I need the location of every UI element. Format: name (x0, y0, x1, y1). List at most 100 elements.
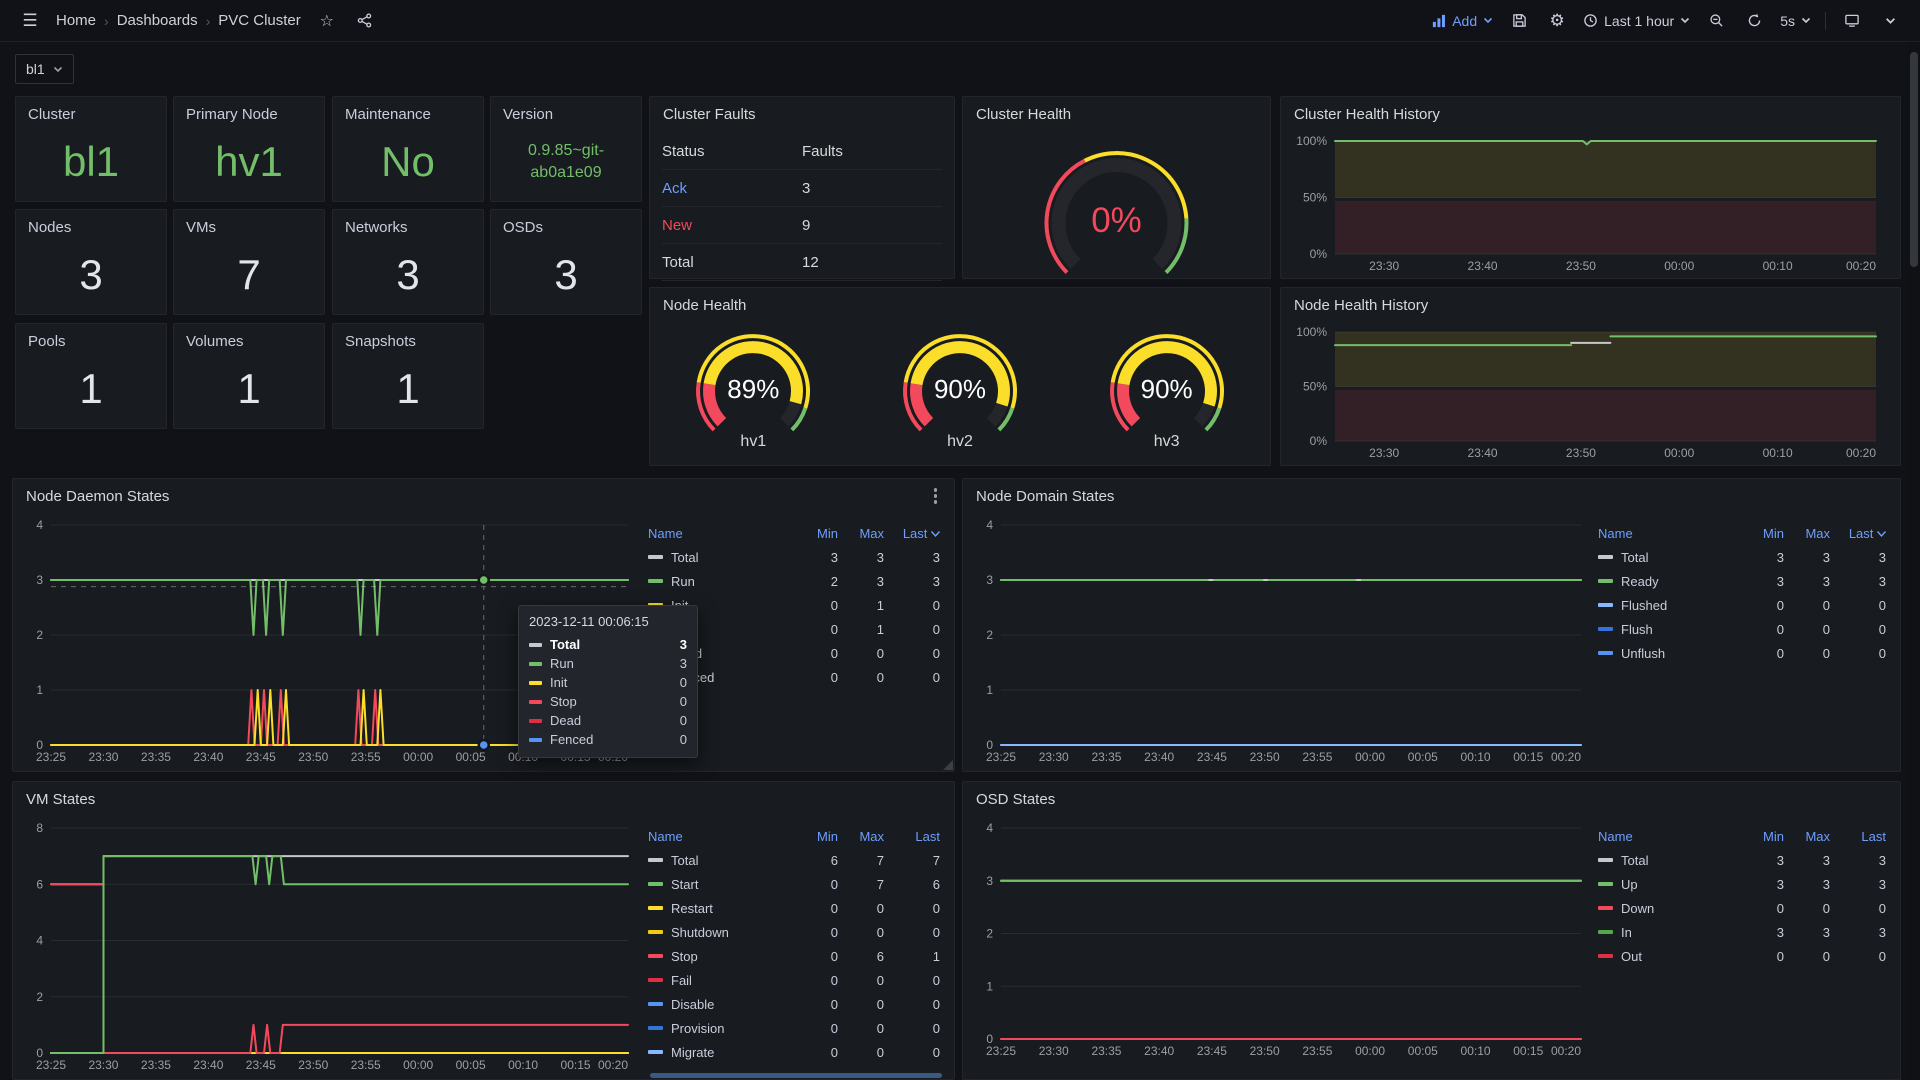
stat-value: 7 (174, 240, 324, 310)
panel-menu-icon[interactable] (930, 484, 942, 508)
time-series-chart[interactable]: 0246823:2523:3023:3523:4023:4523:5023:55… (21, 818, 642, 1075)
legend-row[interactable]: Start076 (648, 872, 940, 896)
legend-row[interactable]: Shutdown000 (648, 920, 940, 944)
svg-text:23:35: 23:35 (141, 1058, 171, 1072)
stat-panel-pools: Pools 1 (15, 323, 167, 429)
legend-row[interactable]: Unflush000 (1598, 641, 1886, 665)
legend-header-name[interactable]: Name (648, 526, 792, 541)
legend-scrollbar[interactable] (650, 1073, 942, 1078)
fault-status-new[interactable]: New (662, 217, 802, 234)
legend-row[interactable]: Run233 (648, 569, 940, 593)
breadcrumb-dashboards[interactable]: Dashboards (117, 12, 198, 29)
time-series-chart[interactable]: 0%50%100%23:3023:4023:5000:0000:1000:20 (1287, 131, 1890, 276)
legend-row[interactable]: Migrate000 (648, 1040, 940, 1064)
zoom-out-icon[interactable] (1704, 9, 1728, 33)
legend-row[interactable]: Total333 (648, 545, 940, 569)
panel-resize-handle[interactable] (943, 760, 953, 770)
legend-header-max[interactable]: Max (838, 526, 884, 541)
series-color-swatch (1598, 579, 1613, 583)
stat-panel-networks: Networks 3 (332, 209, 484, 315)
legend-row[interactable]: Out000 (1598, 944, 1886, 968)
series-color-swatch (529, 719, 542, 723)
faults-table: StatusFaults Ack 3 New 9 Total 12 (662, 133, 942, 281)
legend-header-last[interactable]: Last (884, 829, 940, 844)
time-series-chart[interactable]: 0%50%100%23:3023:4023:5000:0000:1000:20 (1287, 322, 1890, 463)
svg-text:00:10: 00:10 (1461, 1044, 1491, 1058)
variable-picker-bl1[interactable]: bl1 (15, 54, 74, 84)
save-dashboard-icon[interactable] (1507, 9, 1531, 33)
svg-text:23:35: 23:35 (1091, 750, 1121, 764)
svg-text:23:50: 23:50 (1250, 1044, 1280, 1058)
favorite-star-icon[interactable]: ☆ (315, 9, 339, 33)
menu-icon[interactable]: ☰ (18, 9, 42, 33)
legend-header-name[interactable]: Name (1598, 829, 1738, 844)
svg-text:00:10: 00:10 (1461, 750, 1491, 764)
dashboard-settings-icon[interactable]: ⚙ (1545, 9, 1569, 33)
panel-title: Networks (333, 210, 483, 236)
svg-text:23:50: 23:50 (298, 750, 328, 764)
chart-legend: NameMinMaxLast Total677Start076Restart000… (648, 824, 940, 1064)
chevron-down-icon (53, 66, 63, 73)
panel-cluster-faults: Cluster Faults StatusFaults Ack 3 New 9 … (649, 96, 955, 279)
series-color-swatch (648, 978, 663, 982)
legend-row[interactable]: Stop061 (648, 944, 940, 968)
legend-row[interactable]: Total333 (1598, 848, 1886, 872)
refresh-interval-picker[interactable]: 5s (1780, 13, 1811, 29)
legend-row[interactable]: Fail000 (648, 968, 940, 992)
breadcrumb-current: PVC Cluster (218, 12, 301, 29)
panel-title: Volumes (174, 324, 324, 350)
legend-header-max[interactable]: Max (1784, 526, 1830, 541)
legend-row[interactable]: Ready333 (1598, 569, 1886, 593)
svg-text:23:50: 23:50 (1566, 259, 1596, 273)
legend-header-last[interactable]: Last (1830, 526, 1886, 541)
svg-text:00:15: 00:15 (1513, 1044, 1543, 1058)
legend-row[interactable]: Flush000 (1598, 617, 1886, 641)
legend-header-max[interactable]: Max (838, 829, 884, 844)
collapse-toolbar-icon[interactable] (1878, 9, 1902, 33)
svg-text:3: 3 (986, 874, 993, 888)
legend-row[interactable]: Total677 (648, 848, 940, 872)
time-range-picker[interactable]: Last 1 hour (1583, 13, 1690, 29)
legend-header-last[interactable]: Last (884, 526, 940, 541)
time-series-chart[interactable]: 0123423:2523:3023:3523:4023:4523:5023:55… (971, 515, 1595, 767)
refresh-icon[interactable] (1742, 9, 1766, 33)
chart-legend: NameMinMaxLast Total333Ready333Flushed00… (1598, 521, 1886, 665)
tv-mode-icon[interactable] (1840, 9, 1864, 33)
legend-header-name[interactable]: Name (648, 829, 792, 844)
svg-text:00:05: 00:05 (456, 750, 486, 764)
series-color-swatch (529, 662, 542, 666)
share-icon[interactable] (353, 9, 377, 33)
time-series-chart[interactable]: 0123423:2523:3023:3523:4023:4523:5023:55… (971, 818, 1595, 1061)
series-color-swatch (648, 1050, 663, 1054)
legend-row[interactable]: Flushed000 (1598, 593, 1886, 617)
breadcrumb-home[interactable]: Home (56, 12, 96, 29)
svg-text:00:00: 00:00 (403, 1058, 433, 1072)
legend-row[interactable]: Provision000 (648, 1016, 940, 1040)
legend-row[interactable]: Total333 (1598, 545, 1886, 569)
legend-row[interactable]: Restart000 (648, 896, 940, 920)
legend-header-max[interactable]: Max (1784, 829, 1830, 844)
svg-text:100%: 100% (1296, 134, 1327, 148)
legend-row[interactable]: Up333 (1598, 872, 1886, 896)
legend-header-min[interactable]: Min (792, 526, 838, 541)
legend-header-name[interactable]: Name (1598, 526, 1738, 541)
legend-row[interactable]: Disable000 (648, 992, 940, 1016)
legend-header-min[interactable]: Min (792, 829, 838, 844)
panel-title: VM States (26, 791, 95, 808)
panel-title: Node Domain States (976, 488, 1114, 505)
panel-title: Cluster Health History (1294, 106, 1440, 123)
scrollbar-thumb[interactable] (1910, 52, 1918, 267)
series-color-swatch (648, 858, 663, 862)
panel-title: OSDs (491, 210, 641, 236)
legend-row[interactable]: Down000 (1598, 896, 1886, 920)
svg-text:4: 4 (986, 821, 993, 835)
chevron-down-icon (1801, 17, 1811, 24)
fault-status-ack[interactable]: Ack (662, 180, 802, 197)
legend-row[interactable]: In333 (1598, 920, 1886, 944)
page-scrollbar[interactable] (1908, 42, 1920, 1080)
svg-text:3: 3 (36, 573, 43, 587)
legend-header-last[interactable]: Last (1830, 829, 1886, 844)
legend-header-min[interactable]: Min (1738, 526, 1784, 541)
legend-header-min[interactable]: Min (1738, 829, 1784, 844)
add-button[interactable]: Add (1432, 13, 1493, 29)
